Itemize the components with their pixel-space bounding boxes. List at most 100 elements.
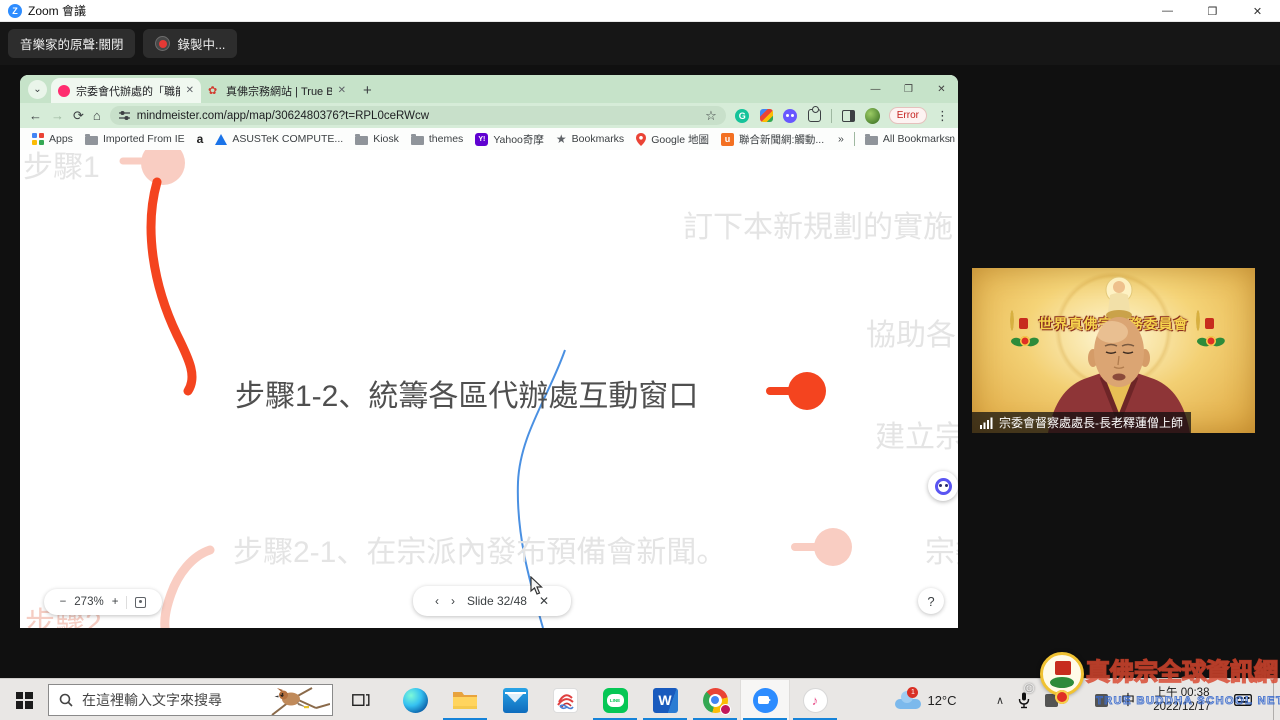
- tray-expand-chevron[interactable]: ∧: [988, 679, 1012, 720]
- original-sound-label: 音樂家的原聲:關閉: [20, 34, 123, 53]
- screen: Z Zoom 會議 — ❐ ✕ 音樂家的原聲:關閉 錄製中... ⌄ 宗委會代辦…: [0, 0, 1280, 720]
- node-step1-2[interactable]: 步驟1-2、統籌各區代辦處互動窗口: [235, 371, 698, 415]
- bookmark-bookmarks[interactable]: ★Bookmarks: [556, 132, 624, 146]
- zoom-in-button[interactable]: +: [112, 596, 119, 608]
- new-tab-button[interactable]: +: [363, 82, 372, 99]
- bookmark-imported[interactable]: Imported From IE: [85, 133, 185, 145]
- mindmeister-favicon: [58, 85, 70, 97]
- taskbar-edge[interactable]: [390, 679, 440, 720]
- taskbar: 在這裡輸入文字來搜尋: [0, 678, 1280, 720]
- reload-icon[interactable]: ⟳: [73, 108, 84, 124]
- bookmark-star-icon[interactable]: ☆: [705, 108, 717, 124]
- weather-widget[interactable]: 1 12°C: [884, 679, 968, 720]
- tray-hidden-icon[interactable]: [1092, 679, 1110, 720]
- original-sound-button[interactable]: 音樂家的原聲:關閉: [8, 29, 135, 58]
- profile-avatar[interactable]: [865, 108, 880, 124]
- node-zongwei-ghost: 宗委: [925, 527, 958, 571]
- exit-slideshow-icon[interactable]: ✕: [539, 594, 549, 608]
- task-view-icon: [352, 692, 370, 708]
- udn-icon: u: [721, 133, 734, 146]
- feedback-widget-button[interactable]: [928, 471, 958, 501]
- clock-date: 2022/12/17: [1153, 700, 1211, 714]
- bookmark-amazon[interactable]: a: [197, 132, 204, 146]
- sync-error-badge[interactable]: Error: [889, 107, 927, 124]
- tab-close-icon[interactable]: ✕: [186, 85, 194, 96]
- taskbar-design-app[interactable]: [540, 679, 590, 720]
- tray-hidden-icon[interactable]: [1042, 679, 1060, 720]
- back-icon[interactable]: ←: [29, 108, 42, 123]
- bookmarks-overflow-chevron[interactable]: »: [838, 133, 844, 145]
- side-panel-icon[interactable]: [842, 110, 855, 122]
- prev-slide-icon[interactable]: ‹: [435, 594, 439, 608]
- bookmark-kiosk[interactable]: Kiosk: [355, 133, 399, 145]
- taskbar-word[interactable]: W: [640, 679, 690, 720]
- forward-icon[interactable]: →: [51, 108, 64, 123]
- minimize-button[interactable]: —: [1145, 0, 1190, 22]
- tray-microphone-icon[interactable]: [1012, 679, 1036, 720]
- show-desktop-button[interactable]: [1273, 679, 1274, 720]
- taskbar-line[interactable]: LINE: [590, 679, 640, 720]
- browser-restore-button[interactable]: ❐: [892, 75, 925, 103]
- participant-nameplate: 宗委會督察處處長-長老釋蓮僧上師: [972, 412, 1191, 433]
- taskbar-search-input[interactable]: 在這裡輸入文字來搜尋: [48, 684, 333, 716]
- taskbar-itunes[interactable]: ♪: [790, 679, 840, 720]
- help-button[interactable]: ?: [918, 588, 944, 614]
- bookmark-udn[interactable]: u聯合新聞網:觸動...: [721, 132, 824, 147]
- home-icon[interactable]: ⌂: [93, 108, 101, 123]
- browser-minimize-button[interactable]: —: [859, 75, 892, 103]
- temperature: 12°C: [927, 693, 956, 708]
- tab-true-buddha[interactable]: ✿ 真佛宗務網站 | True Buddha Sc... ✕: [201, 78, 353, 103]
- touch-keyboard-icon[interactable]: [1228, 679, 1258, 720]
- window-controls: — ❐ ✕: [1145, 0, 1280, 22]
- recording-label: 錄製中...: [177, 34, 225, 53]
- start-button[interactable]: [0, 679, 48, 720]
- taskbar-file-explorer[interactable]: [440, 679, 490, 720]
- url-text[interactable]: mindmeister.com/app/map/3062480376?t=RPL…: [137, 110, 698, 122]
- taskbar-chrome[interactable]: [690, 679, 740, 720]
- next-slide-icon[interactable]: ›: [451, 594, 455, 608]
- bookmark-google-maps[interactable]: Google 地圖: [636, 132, 709, 147]
- task-view-button[interactable]: [338, 679, 384, 720]
- bookmarks-divider: [854, 132, 855, 146]
- node-step1-ghost: 步驟1: [23, 150, 100, 186]
- grammarly-extension-icon[interactable]: G: [735, 109, 749, 123]
- bookmark-apps[interactable]: Apps: [32, 133, 73, 145]
- toolbar-divider: [831, 109, 832, 123]
- zoom-out-button[interactable]: −: [60, 596, 67, 608]
- taskbar-clock[interactable]: 上午 00:38 2022/12/17: [1142, 679, 1222, 720]
- bookmark-yahoo[interactable]: Y!Yahoo奇摩: [475, 132, 544, 147]
- mindmap-canvas[interactable]: 步驟1 訂下本新規劃的實施 協助各 建立宗 步驟1-2、統籌各區代辦處互動窗口 …: [20, 150, 958, 628]
- tab-search-chevron-icon[interactable]: ⌄: [28, 80, 47, 99]
- close-button[interactable]: ✕: [1235, 0, 1280, 22]
- bookmark-asus[interactable]: ASUSTeK COMPUTE...: [215, 133, 343, 145]
- word-icon: W: [653, 688, 678, 713]
- extensions-puzzle-icon[interactable]: [808, 109, 821, 122]
- address-bar[interactable]: mindmeister.com/app/map/3062480376?t=RPL…: [110, 106, 726, 125]
- assistant-extension-icon[interactable]: [783, 109, 797, 123]
- chrome-menu-icon[interactable]: ⋮: [936, 108, 949, 124]
- zoom-divider: [126, 596, 127, 609]
- screenshot-extension-icon[interactable]: [760, 109, 773, 122]
- fit-map-icon[interactable]: [135, 597, 146, 608]
- taskbar-mail[interactable]: [490, 679, 540, 720]
- tab-close-icon[interactable]: ✕: [338, 85, 346, 96]
- node-assist-ghost: 協助各: [866, 310, 956, 354]
- folder-icon: [85, 136, 98, 145]
- taskbar-zoom[interactable]: [740, 679, 790, 720]
- participant-video[interactable]: 世界真佛宗宗務委員會: [972, 268, 1255, 433]
- browser-close-button[interactable]: ✕: [925, 75, 958, 103]
- site-settings-icon[interactable]: [119, 110, 130, 121]
- clock-time: 上午 00:38: [1155, 686, 1210, 700]
- zoom-controls: − 273% +: [44, 589, 162, 615]
- slide-counter: Slide 32/48: [467, 594, 527, 608]
- search-highlight-bird-image[interactable]: [264, 686, 330, 715]
- tab-mindmeister[interactable]: 宗委會代辦處的「職能」及「規... ✕: [51, 78, 201, 103]
- recording-indicator[interactable]: 錄製中...: [143, 29, 237, 58]
- tab-title: 真佛宗務網站 | True Buddha Sc...: [226, 83, 332, 99]
- bookmark-themes[interactable]: themes: [411, 133, 463, 145]
- restore-button[interactable]: ❐: [1190, 0, 1235, 22]
- edge-icon: [403, 688, 428, 713]
- ime-indicator[interactable]: 中: [1116, 679, 1140, 720]
- zoom-level: 273%: [74, 596, 103, 608]
- all-bookmarks-folder[interactable]: All Bookmarks: [865, 133, 950, 145]
